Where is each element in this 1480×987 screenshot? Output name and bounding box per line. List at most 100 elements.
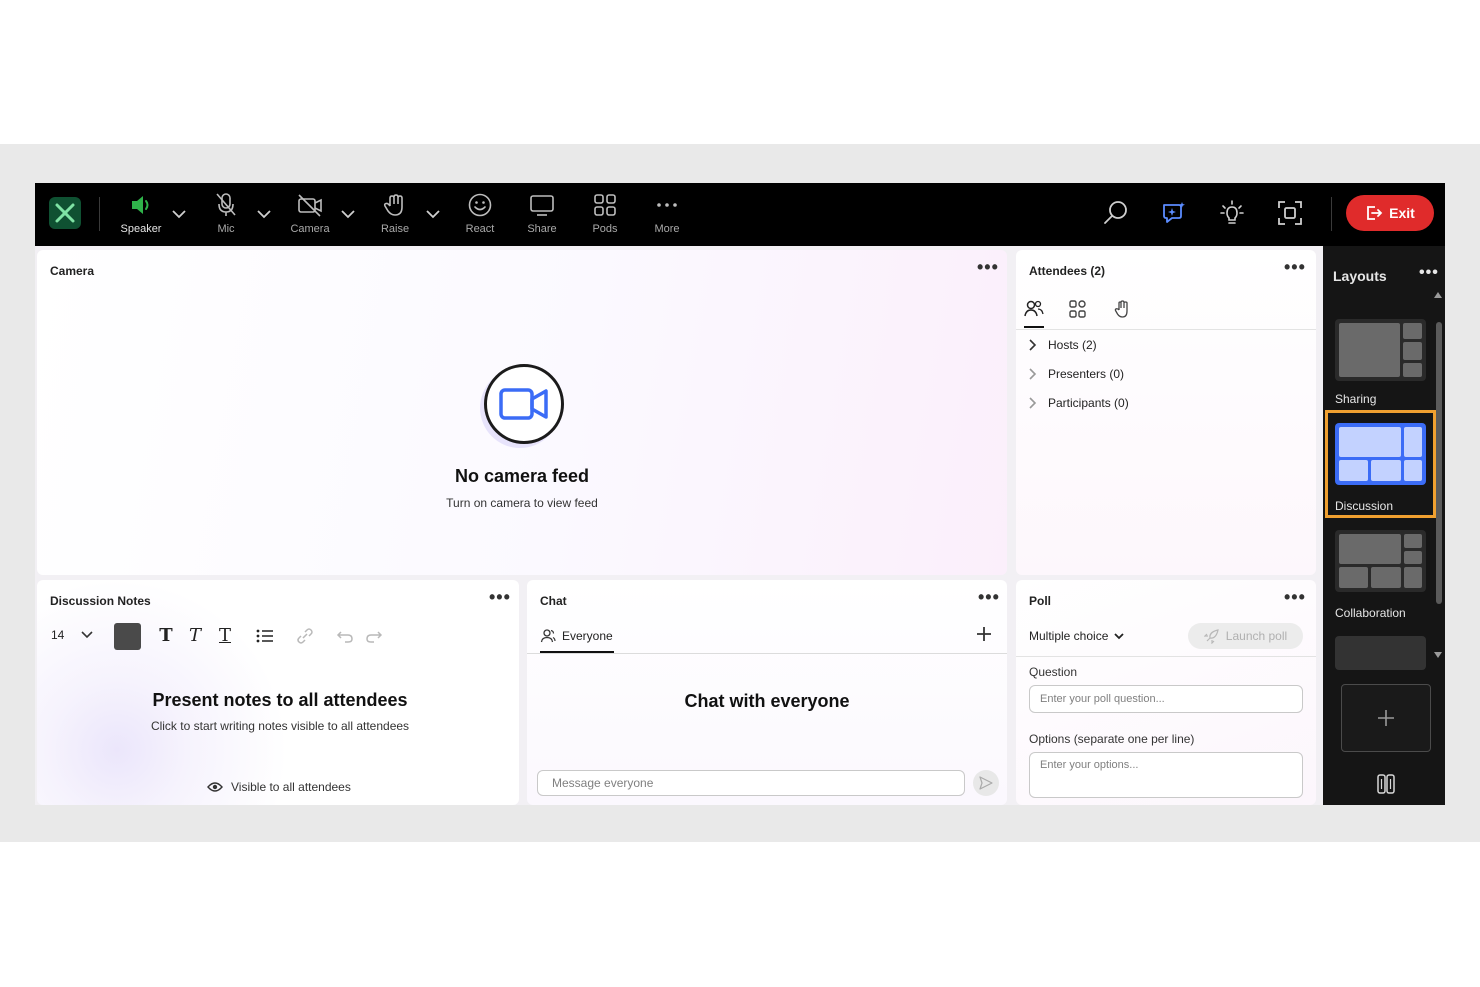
share-label: Share: [527, 223, 557, 235]
camera-button[interactable]: Camera: [275, 191, 345, 239]
thumb-block: [1339, 460, 1368, 481]
share-button[interactable]: Share: [507, 191, 577, 239]
notes-pod-menu-button[interactable]: •••: [489, 588, 511, 606]
send-button[interactable]: [973, 770, 999, 796]
poll-pod: Poll ••• Multiple choice Launch poll Que…: [1016, 580, 1316, 805]
ai-assistant-chat-icon[interactable]: [1160, 199, 1188, 227]
notes-pod-title: Discussion Notes: [50, 594, 151, 608]
raise-hand-button[interactable]: Raise: [360, 191, 430, 239]
layout-thumbnail-sharing[interactable]: [1335, 319, 1426, 381]
exit-door-icon: [1367, 206, 1383, 220]
question-label: Question: [1029, 665, 1078, 679]
divider: [1016, 329, 1316, 330]
attendee-group-label: Hosts (2): [1048, 338, 1097, 352]
poll-options-input[interactable]: [1029, 752, 1303, 798]
pods-button[interactable]: Pods: [570, 191, 640, 239]
link-icon[interactable]: [295, 625, 315, 647]
camera-options-chevron-icon[interactable]: [339, 205, 357, 223]
mic-off-icon: [216, 193, 236, 216]
chat-message-input[interactable]: [537, 770, 965, 796]
no-camera-subtext: Turn on camera to view feed: [446, 496, 598, 510]
layout-settings-icon[interactable]: [1375, 772, 1397, 796]
more-button[interactable]: More: [632, 191, 702, 239]
layout-thumbnail-collaboration[interactable]: [1335, 530, 1426, 592]
thumb-block: [1339, 534, 1401, 564]
camera-pod-menu-button[interactable]: •••: [977, 258, 999, 276]
breakout-rooms-tab-icon[interactable]: [1067, 298, 1089, 320]
pods-label: Pods: [592, 223, 618, 235]
camera-off-icon: [298, 194, 322, 217]
scroll-up-arrow-icon[interactable]: [1433, 291, 1443, 299]
layouts-menu-button[interactable]: •••: [1419, 265, 1439, 281]
scroll-down-arrow-icon[interactable]: [1433, 651, 1443, 659]
chat-pod-menu-button[interactable]: •••: [978, 588, 1000, 606]
text-color-swatch[interactable]: [114, 623, 141, 650]
raise-options-chevron-icon[interactable]: [424, 205, 442, 223]
chevron-right-icon: [1029, 397, 1037, 409]
underline-icon[interactable]: T: [215, 625, 235, 647]
smiley-icon: [468, 193, 492, 217]
poll-type-dropdown[interactable]: Multiple choice: [1029, 629, 1126, 643]
undo-icon[interactable]: [335, 625, 355, 647]
toolbar-divider: [1331, 197, 1332, 231]
add-layout-button[interactable]: [1341, 684, 1431, 752]
search-icon[interactable]: [1102, 199, 1130, 227]
thumb-block: [1404, 551, 1422, 564]
thumb-block: [1339, 427, 1401, 457]
divider: [527, 653, 1007, 654]
poll-pod-menu-button[interactable]: •••: [1284, 588, 1306, 606]
active-tab-indicator: [1024, 326, 1044, 328]
thumb-block: [1339, 567, 1368, 588]
raise-label: Raise: [380, 223, 410, 235]
no-camera-headline: No camera feed: [454, 466, 590, 486]
top-toolbar: Speaker Mic Camera Raise React Share Pod…: [35, 183, 1445, 246]
attendee-group-hosts[interactable]: Hosts (2): [1026, 335, 1097, 355]
mic-label: Mic: [217, 223, 235, 235]
people-icon: [540, 629, 556, 643]
layouts-scrollbar-thumb[interactable]: [1436, 322, 1442, 604]
italic-icon[interactable]: T: [185, 625, 205, 647]
mic-button[interactable]: Mic: [191, 191, 261, 239]
layout-label-sharing: Sharing: [1335, 392, 1377, 406]
mic-options-chevron-icon[interactable]: [255, 205, 273, 223]
thumb-block: [1371, 567, 1401, 588]
launch-poll-label: Launch poll: [1225, 629, 1288, 643]
launch-poll-button[interactable]: Launch poll: [1188, 623, 1303, 649]
font-size-chevron-down-icon[interactable]: [79, 627, 95, 643]
bold-icon[interactable]: T: [156, 625, 176, 647]
visibility-label: Visible to all attendees: [231, 780, 351, 794]
speaker-options-chevron-icon[interactable]: [170, 205, 188, 223]
lightbulb-icon[interactable]: [1218, 199, 1246, 227]
exit-button[interactable]: Exit: [1346, 195, 1434, 231]
more-dots-icon: [657, 203, 677, 207]
attendee-group-label: Presenters (0): [1048, 367, 1125, 381]
redo-icon[interactable]: [364, 625, 384, 647]
discussion-notes-pod: Discussion Notes ••• 14 T T T Present no…: [37, 580, 519, 805]
notes-headline: Present notes to all attendees: [152, 690, 408, 710]
focus-fullscreen-icon[interactable]: [1276, 199, 1304, 227]
attendee-group-presenters[interactable]: Presenters (0): [1026, 364, 1124, 384]
chat-tab-everyone[interactable]: Everyone: [540, 628, 613, 644]
app-logo: [49, 197, 81, 229]
layout-thumbnail-partial[interactable]: [1335, 636, 1426, 670]
thumb-block: [1403, 363, 1422, 377]
poll-type-value: Multiple choice: [1029, 629, 1109, 643]
attendee-list-tab-icon[interactable]: [1023, 298, 1045, 320]
rocket-icon: [1203, 629, 1219, 644]
poll-question-input[interactable]: [1029, 685, 1303, 713]
monitor-icon: [530, 195, 554, 216]
bullet-list-icon[interactable]: [255, 625, 275, 647]
raised-hands-tab-icon[interactable]: [1112, 298, 1134, 320]
attendee-group-participants[interactable]: Participants (0): [1026, 393, 1129, 413]
speaker-button[interactable]: Speaker: [106, 191, 176, 239]
exit-label: Exit: [1389, 205, 1415, 221]
camera-pod: Camera ••• No camera feed Turn on camera…: [37, 250, 1007, 575]
toolbar-divider: [99, 197, 100, 231]
layout-thumbnail-discussion[interactable]: [1335, 423, 1426, 485]
thumb-block: [1404, 460, 1422, 481]
attendees-pod-menu-button[interactable]: •••: [1284, 258, 1306, 276]
react-button[interactable]: React: [445, 191, 515, 239]
send-arrow-icon: [979, 776, 993, 790]
new-chat-plus-icon[interactable]: [974, 624, 994, 644]
font-size-select[interactable]: 14: [51, 628, 64, 642]
